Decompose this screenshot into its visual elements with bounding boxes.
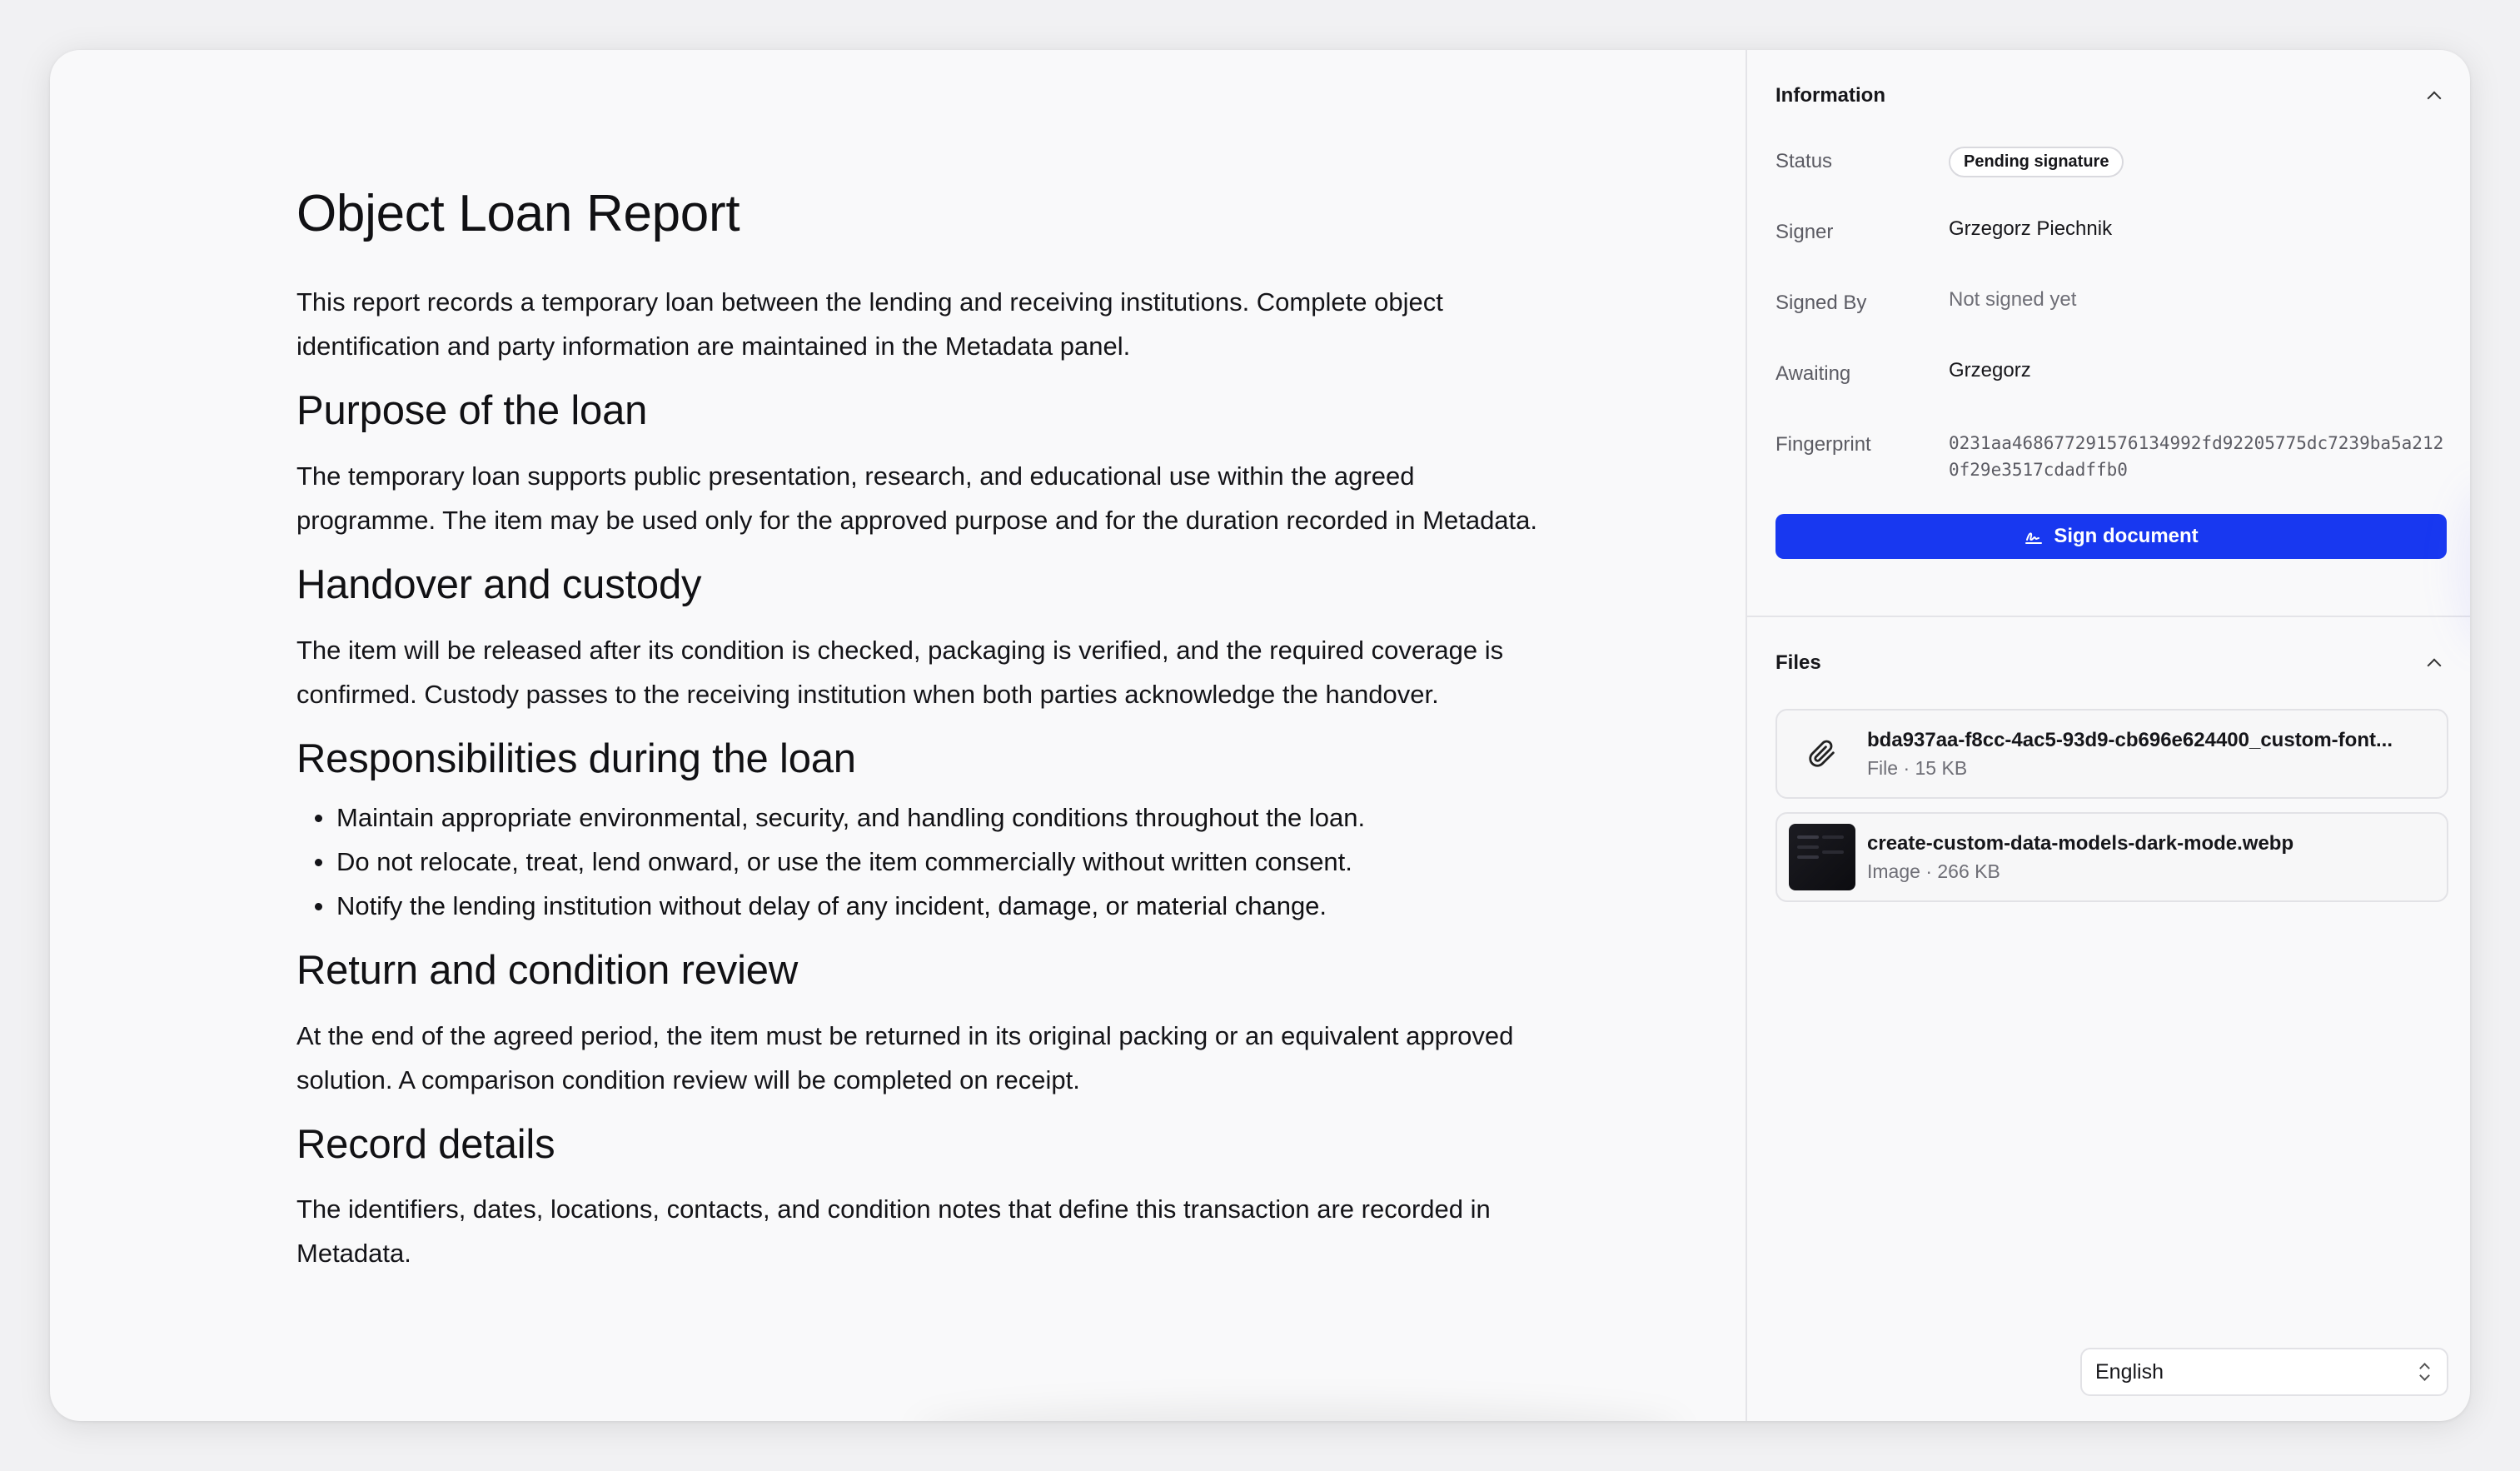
signer-value: Grzegorz Piechnik: [1949, 217, 2113, 240]
fingerprint-value: 0231aa468677291576134992fd92205775dc7239…: [1949, 433, 2444, 480]
status-label: Status: [1775, 150, 1833, 172]
section-paragraph: The identifiers, dates, locations, conta…: [296, 1194, 1491, 1269]
file-meta: Image · 266 KB: [1867, 860, 2000, 882]
chevron-up-icon[interactable]: [2425, 654, 2443, 672]
file-meta: File · 15 KB: [1867, 756, 1968, 779]
fingerprint-row: Fingerprint 0231aa468677291576134992fd92…: [1775, 425, 2447, 496]
signed-by-label: Signed By: [1775, 292, 1867, 314]
chevron-up-icon[interactable]: [2425, 87, 2443, 105]
signed-by-value: Not signed yet: [1949, 288, 2077, 311]
sign-document-label: Sign document: [2054, 525, 2199, 547]
section-heading: Purpose of the loan: [296, 388, 648, 434]
information-header[interactable]: Information: [1747, 50, 2470, 142]
section-heading: Handover and custody: [296, 562, 702, 608]
signer-label: Signer: [1775, 221, 1834, 243]
information-title: Information: [1775, 84, 1885, 107]
file-item[interactable]: bda937aa-f8cc-4ac5-93d9-cb696e624400_cus…: [1775, 709, 2448, 799]
fingerprint-label: Fingerprint: [1775, 433, 1871, 456]
awaiting-label: Awaiting: [1775, 362, 1851, 385]
information-rows: Status Pending signature Signer Grzegorz…: [1747, 142, 2470, 496]
section-paragraph: The temporary loan supports public prese…: [296, 461, 1538, 536]
section-heading: Record details: [296, 1121, 555, 1167]
awaiting-value: Grzegorz: [1949, 359, 2031, 381]
sign-document-button[interactable]: Sign document: [1775, 514, 2447, 559]
section-heading: Return and condition review: [296, 947, 799, 993]
chevron-up-down-icon: [2418, 1362, 2432, 1382]
file-item[interactable]: create-custom-data-models-dark-mode.webp…: [1775, 812, 2448, 902]
side-panel: Information Status Pending signature Sig…: [1746, 50, 2470, 1421]
list-item: Maintain appropriate environmental, secu…: [296, 795, 1537, 840]
language-value: English: [2095, 1359, 2164, 1384]
status-row: Status Pending signature: [1775, 142, 2447, 212]
section-paragraph: The item will be released after its cond…: [296, 635, 1504, 709]
list-item: Do not relocate, treat, lend onward, or …: [296, 840, 1537, 884]
intro-paragraph: This report records a temporary loan bet…: [296, 287, 1443, 362]
section-heading: Responsibilities during the loan: [296, 736, 856, 781]
signer-row: Signer Grzegorz Piechnik: [1775, 212, 2447, 283]
awaiting-row: Awaiting Grzegorz: [1775, 354, 2447, 425]
list-item: Notify the lending institution without d…: [296, 884, 1537, 928]
file-name: create-custom-data-models-dark-mode.webp: [1867, 831, 2294, 855]
document-window: Object Loan Report This report records a…: [50, 50, 2470, 1421]
file-name: bda937aa-f8cc-4ac5-93d9-cb696e624400_cus…: [1867, 728, 2393, 751]
image-thumbnail: [1789, 824, 1855, 890]
section-paragraph: At the end of the agreed period, the ite…: [296, 1020, 1514, 1095]
signature-icon: [2025, 532, 2043, 544]
files-header[interactable]: Files: [1747, 617, 2470, 709]
document-body: Object Loan Report This report records a…: [50, 50, 1746, 1421]
signed-by-row: Signed By Not signed yet: [1775, 283, 2447, 354]
bottom-shadow: [916, 1404, 1682, 1421]
files-list: bda937aa-f8cc-4ac5-93d9-cb696e624400_cus…: [1747, 709, 2470, 902]
language-select[interactable]: English: [2080, 1348, 2448, 1396]
responsibilities-list: Maintain appropriate environmental, secu…: [296, 795, 1537, 928]
files-title: Files: [1775, 651, 1821, 674]
document-title: Object Loan Report: [296, 185, 740, 242]
status-badge: Pending signature: [1949, 147, 2124, 177]
paperclip-icon: [1789, 721, 1855, 787]
